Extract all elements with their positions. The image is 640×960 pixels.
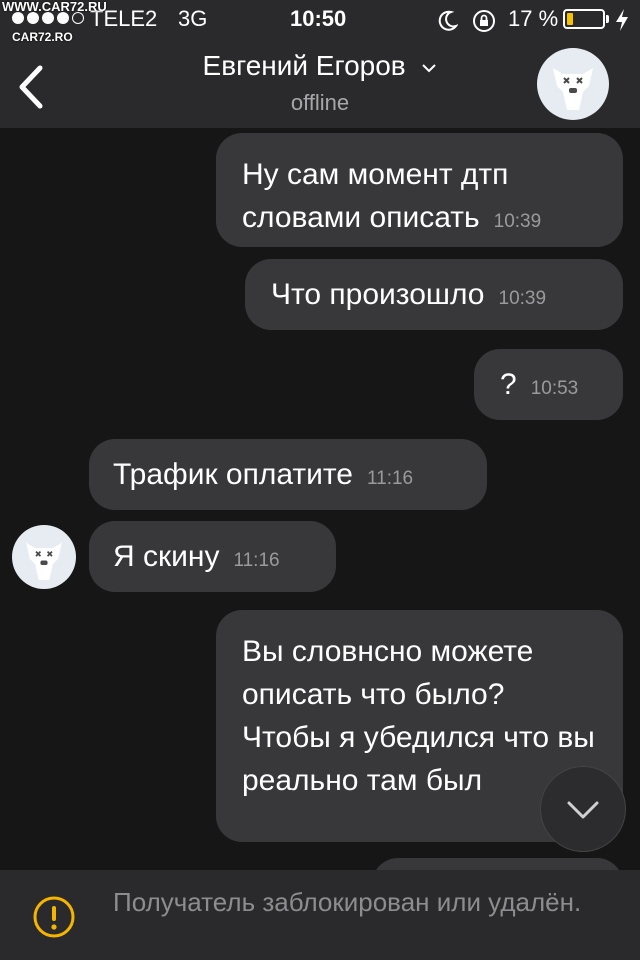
clock: 10:50	[290, 6, 347, 31]
battery-icon	[563, 9, 605, 29]
scroll-to-bottom-button[interactable]	[540, 766, 626, 852]
message-time: 10:39	[498, 288, 547, 309]
message-time: 10:53	[530, 378, 579, 399]
deactivated-dog-icon	[553, 68, 593, 110]
network-type: 3G	[178, 6, 208, 31]
message-text: Что произошло	[271, 278, 485, 311]
message-text: Ну сам момент дтп словами описать	[242, 158, 509, 234]
battery-nub	[606, 15, 609, 23]
message-bubble[interactable]: Я скину 11:16	[89, 521, 336, 592]
battery-percent: 17 %	[508, 6, 559, 31]
message-bubble[interactable]: ? 10:53	[474, 349, 623, 420]
message-time: 11:16	[233, 550, 280, 571]
message-time: 11:16	[366, 468, 414, 489]
chat-header: Евгений Егоров offline	[0, 44, 640, 128]
rotation-lock-icon	[473, 10, 495, 32]
chevron-down-icon	[567, 801, 599, 819]
message-bubble[interactable]: Ну сам момент дтп словами описать 10:39	[216, 133, 623, 247]
sender-avatar[interactable]	[12, 525, 76, 589]
message-text: Я скину	[113, 540, 220, 573]
blocked-notice-bar: Получатель заблокирован или удалён.	[0, 870, 640, 960]
message-text: ?	[500, 368, 517, 401]
chevron-down-icon	[422, 63, 437, 73]
contact-name: Евгений Егоров	[202, 50, 406, 81]
watermark-text: WWW.CAR72.RU	[2, 0, 107, 14]
message-bubble[interactable]: Трафик оплатите 11:16	[89, 439, 487, 510]
status-bar: TELE2 3G 10:50 17 % WWW.CAR72.RU CAR72.R…	[0, 0, 640, 44]
deactivated-dog-icon	[26, 542, 62, 581]
watermark-logo: CAR72.RO	[12, 30, 73, 44]
moon-icon	[438, 10, 458, 31]
message-time: 10:39	[493, 211, 542, 232]
avatar[interactable]	[537, 48, 609, 120]
charging-bolt-icon	[616, 9, 628, 31]
warning-icon	[33, 896, 75, 938]
message-text: Трафик оплатите	[113, 458, 353, 491]
message-bubble[interactable]: Что произошло 10:39	[245, 259, 623, 330]
blocked-notice-text: Получатель заблокирован или удалён.	[113, 887, 582, 917]
